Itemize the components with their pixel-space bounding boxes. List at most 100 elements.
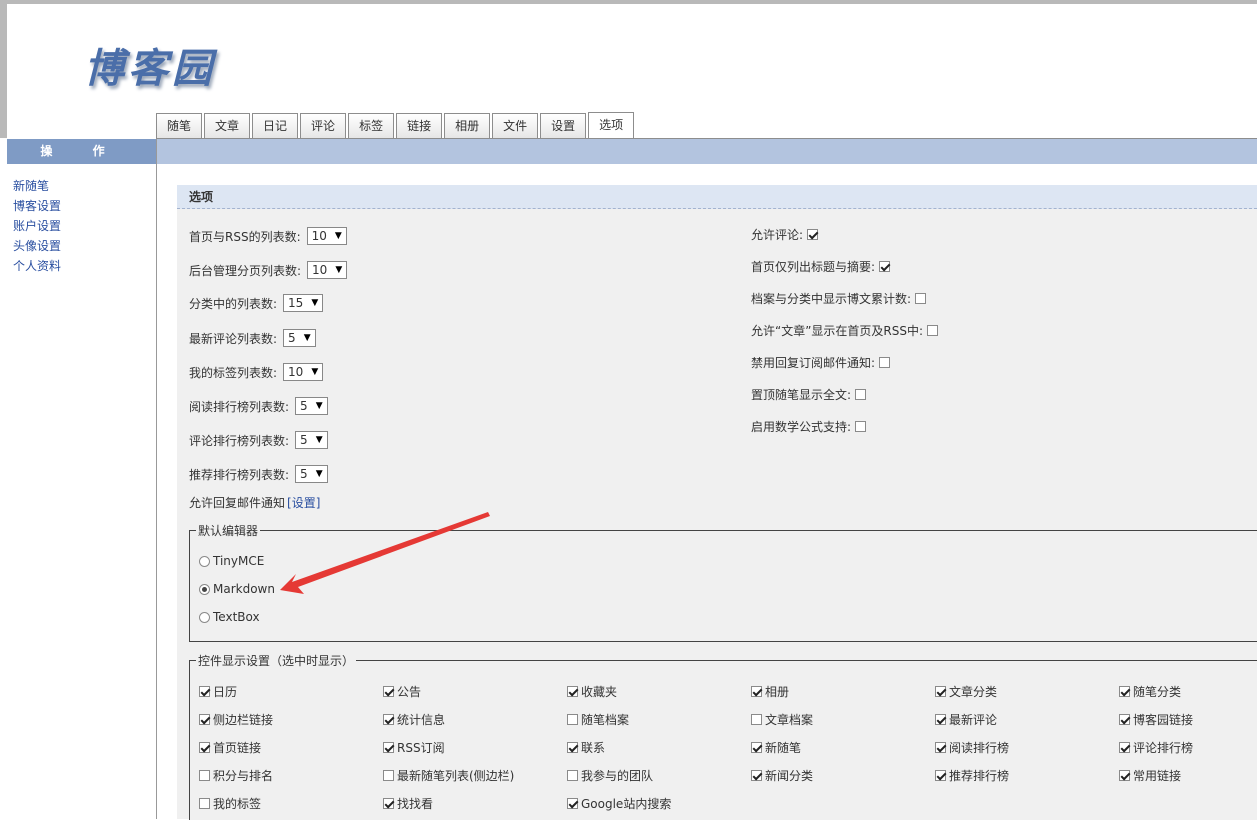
widget-checkbox[interactable] bbox=[199, 798, 210, 809]
list-count-select[interactable]: 5 ▼ bbox=[283, 329, 316, 347]
widget-checkbox[interactable] bbox=[567, 686, 578, 697]
widget-checkbox[interactable] bbox=[567, 714, 578, 725]
reply-mail-settings-link[interactable]: [设置] bbox=[287, 494, 320, 511]
widget-checkbox[interactable] bbox=[567, 770, 578, 781]
widget-checkbox[interactable] bbox=[1119, 770, 1130, 781]
widget-option[interactable]: 新闻分类 bbox=[751, 767, 813, 784]
list-count-select[interactable]: 5 ▼ bbox=[295, 431, 328, 449]
widget-checkbox[interactable] bbox=[383, 742, 394, 753]
widget-label: 常用链接 bbox=[1133, 769, 1182, 783]
widget-checkbox[interactable] bbox=[935, 686, 946, 697]
editor-radio-textbox[interactable]: TextBox bbox=[199, 610, 260, 624]
widget-checkbox[interactable] bbox=[751, 686, 762, 697]
option-checkbox[interactable] bbox=[807, 229, 819, 240]
widget-checkbox[interactable] bbox=[751, 714, 762, 725]
widget-checkbox[interactable] bbox=[567, 742, 578, 753]
widget-option[interactable]: 统计信息 bbox=[383, 711, 445, 728]
tab-0[interactable]: 随笔 bbox=[156, 113, 203, 138]
tab-3[interactable]: 评论 bbox=[300, 113, 347, 138]
widget-option[interactable]: 侧边栏链接 bbox=[199, 711, 273, 728]
widget-option[interactable]: 最新评论 bbox=[935, 711, 997, 728]
option-checkbox[interactable] bbox=[879, 357, 891, 368]
widget-option[interactable]: 推荐排行榜 bbox=[935, 767, 1009, 784]
option-checkbox[interactable] bbox=[855, 389, 867, 400]
widget-checkbox[interactable] bbox=[383, 798, 394, 809]
widget-checkbox[interactable] bbox=[199, 714, 210, 725]
widget-checkbox[interactable] bbox=[935, 742, 946, 753]
list-count-select[interactable]: 10 ▼ bbox=[283, 363, 324, 381]
tab-7[interactable]: 文件 bbox=[492, 113, 539, 138]
select-value: 5 bbox=[288, 331, 296, 345]
list-count-select[interactable]: 5 ▼ bbox=[295, 397, 328, 415]
widget-option[interactable]: 随笔档案 bbox=[567, 711, 629, 728]
widget-option[interactable]: 文章分类 bbox=[935, 683, 997, 700]
widget-option[interactable]: 收藏夹 bbox=[567, 683, 617, 700]
widget-option[interactable]: 找找看 bbox=[383, 795, 433, 812]
option-checkbox[interactable] bbox=[915, 293, 927, 304]
sidebar-item-0[interactable]: 新随笔 bbox=[13, 176, 61, 196]
editor-radio-markdown[interactable]: Markdown bbox=[199, 582, 275, 596]
widget-option[interactable]: 相册 bbox=[751, 683, 789, 700]
widget-option[interactable]: RSS订阅 bbox=[383, 739, 445, 756]
widget-checkbox[interactable] bbox=[567, 798, 578, 809]
widget-checkbox[interactable] bbox=[199, 686, 210, 697]
tab-8[interactable]: 设置 bbox=[540, 113, 587, 138]
tab-5[interactable]: 链接 bbox=[396, 113, 443, 138]
widget-checkbox[interactable] bbox=[935, 714, 946, 725]
option-checkbox[interactable] bbox=[879, 261, 891, 272]
radio-button[interactable] bbox=[199, 611, 210, 623]
widget-option[interactable]: 新随笔 bbox=[751, 739, 801, 756]
tab-9[interactable]: 选项 bbox=[588, 112, 635, 139]
widget-label: RSS订阅 bbox=[397, 741, 445, 755]
tab-4[interactable]: 标签 bbox=[348, 113, 395, 138]
widget-option[interactable]: Google站内搜索 bbox=[567, 795, 671, 812]
widget-checkbox[interactable] bbox=[383, 686, 394, 697]
widget-option[interactable]: 我参与的团队 bbox=[567, 767, 653, 784]
list-count-select[interactable]: 10 ▼ bbox=[306, 227, 347, 245]
widget-option[interactable]: 最新随笔列表(侧边栏) bbox=[383, 767, 514, 784]
widget-option[interactable]: 博客园链接 bbox=[1119, 711, 1193, 728]
widget-label: 推荐排行榜 bbox=[949, 769, 1010, 783]
widget-checkbox[interactable] bbox=[1119, 742, 1130, 753]
list-count-select[interactable]: 10 ▼ bbox=[307, 261, 348, 279]
widget-option[interactable]: 评论排行榜 bbox=[1119, 739, 1193, 756]
tab-1[interactable]: 文章 bbox=[204, 113, 251, 138]
widget-option[interactable]: 我的标签 bbox=[199, 795, 261, 812]
option-row: 禁用回复订阅邮件通知: bbox=[751, 354, 891, 371]
widget-option[interactable]: 日历 bbox=[199, 683, 237, 700]
sidebar-item-1[interactable]: 博客设置 bbox=[13, 196, 61, 216]
widget-checkbox[interactable] bbox=[1119, 686, 1130, 697]
widget-option[interactable]: 随笔分类 bbox=[1119, 683, 1181, 700]
widget-option[interactable]: 阅读排行榜 bbox=[935, 739, 1009, 756]
sidebar-item-4[interactable]: 个人资料 bbox=[13, 256, 61, 276]
widget-option[interactable]: 文章档案 bbox=[751, 711, 813, 728]
widget-checkbox[interactable] bbox=[1119, 714, 1130, 725]
radio-button[interactable] bbox=[199, 583, 210, 595]
dropdown-arrow-icon: ▼ bbox=[303, 333, 311, 343]
widget-option[interactable]: 联系 bbox=[567, 739, 605, 756]
tab-6[interactable]: 相册 bbox=[444, 113, 491, 138]
widget-option[interactable]: 公告 bbox=[383, 683, 421, 700]
sidebar-item-3[interactable]: 头像设置 bbox=[13, 236, 61, 256]
option-checkbox[interactable] bbox=[927, 325, 939, 336]
widget-checkbox[interactable] bbox=[935, 770, 946, 781]
widget-option[interactable]: 常用链接 bbox=[1119, 767, 1181, 784]
list-count-select[interactable]: 15 ▼ bbox=[283, 294, 324, 312]
widget-checkbox[interactable] bbox=[199, 742, 210, 753]
widget-label: 新随笔 bbox=[765, 741, 802, 755]
widget-checkbox[interactable] bbox=[751, 770, 762, 781]
widget-checkbox[interactable] bbox=[383, 714, 394, 725]
tab-2[interactable]: 日记 bbox=[252, 113, 299, 138]
sidebar-item-2[interactable]: 账户设置 bbox=[13, 216, 61, 236]
radio-button[interactable] bbox=[199, 555, 210, 567]
widget-checkbox[interactable] bbox=[383, 770, 394, 781]
editor-radio-tinymce[interactable]: TinyMCE bbox=[199, 554, 264, 568]
widget-checkbox[interactable] bbox=[199, 770, 210, 781]
widget-label: 首页链接 bbox=[213, 741, 262, 755]
option-checkbox[interactable] bbox=[855, 421, 867, 432]
list-setting-label: 后台管理分页列表数: bbox=[189, 263, 302, 278]
widget-option[interactable]: 积分与排名 bbox=[199, 767, 273, 784]
list-count-select[interactable]: 5 ▼ bbox=[295, 465, 328, 483]
widget-option[interactable]: 首页链接 bbox=[199, 739, 261, 756]
widget-checkbox[interactable] bbox=[751, 742, 762, 753]
